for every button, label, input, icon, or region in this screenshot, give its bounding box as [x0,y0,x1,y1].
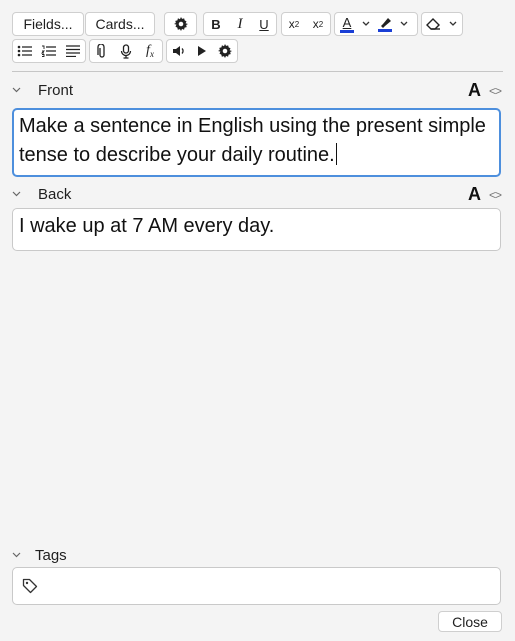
front-field-text: Make a sentence in English using the pre… [19,115,486,166]
play-icon[interactable] [190,40,213,62]
front-field-label: Front [38,81,74,99]
chevron-down-icon[interactable] [12,191,32,197]
back-field-text: I wake up at 7 AM every day. [19,215,275,237]
tags-header: Tags [12,545,503,565]
paperclip-icon[interactable] [90,40,114,62]
tag-icon [22,578,38,599]
back-field-label: Back [38,185,72,203]
microphone-icon[interactable] [114,40,138,62]
function-icon[interactable]: fx [138,40,162,62]
font-icon[interactable]: A [468,184,481,205]
chevron-down-icon[interactable] [397,13,411,35]
tags-input[interactable] [12,567,501,605]
notetype-options-group [164,12,197,36]
back-field-controls: A <> [468,184,502,205]
format-group: B I U [203,12,277,36]
front-field-editor[interactable]: Make a sentence in English using the pre… [12,108,501,177]
italic-button[interactable]: I [228,13,252,35]
script-group: x2 x2 [281,12,331,36]
gear-icon[interactable] [165,13,196,35]
chevron-down-icon[interactable] [446,13,460,35]
eraser-group [421,12,463,36]
gear-icon[interactable] [214,40,237,62]
text-cursor [335,143,337,165]
html-toggle-icon[interactable]: <> [489,84,502,98]
text-color-icon[interactable]: A [335,13,359,35]
align-icon[interactable] [61,40,85,62]
chevron-down-icon[interactable] [12,552,32,558]
list-group [12,39,86,63]
html-toggle-icon[interactable]: <> [489,188,502,202]
front-field-header: Front A <> [12,80,503,100]
underline-button[interactable]: U [252,13,276,35]
tags-label: Tags [35,546,67,564]
speaker-icon[interactable] [167,40,190,62]
chevron-down-icon[interactable] [359,13,373,35]
cards-button[interactable]: Cards... [85,12,155,36]
eraser-icon[interactable] [422,13,446,35]
font-icon[interactable]: A [468,80,481,101]
tts-group [166,39,238,63]
toolbar-separator [12,71,503,72]
front-field-controls: A <> [468,80,502,101]
color-group: A [334,12,418,36]
back-field-header: Back A <> [12,184,503,204]
superscript-icon[interactable]: x2 [282,13,306,35]
chevron-down-icon[interactable] [12,87,32,93]
numbered-list-icon[interactable] [37,40,61,62]
highlight-icon[interactable] [373,13,397,35]
bold-button[interactable]: B [204,13,228,35]
back-field-editor[interactable]: I wake up at 7 AM every day. [12,208,501,251]
bullet-list-icon[interactable] [13,40,37,62]
fields-button[interactable]: Fields... [12,12,84,36]
subscript-icon[interactable]: x2 [306,13,330,35]
close-button[interactable]: Close [438,611,502,632]
media-group: fx [89,39,163,63]
